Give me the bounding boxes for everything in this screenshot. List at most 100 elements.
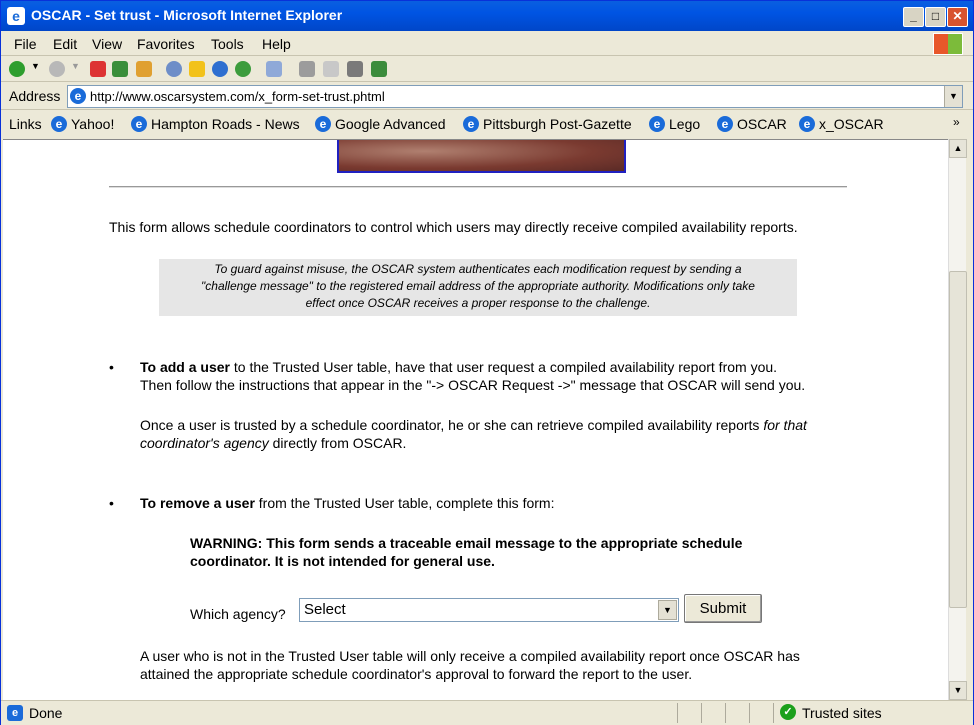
link-hampton-roads[interactable]: e Hampton Roads - News — [129, 114, 300, 134]
back-icon[interactable] — [9, 61, 25, 77]
footer-line: A user who is not in the Trusted User ta… — [140, 648, 800, 664]
vertical-scrollbar[interactable]: ▲ ▼ — [948, 139, 967, 700]
menu-edit[interactable]: Edit — [53, 36, 77, 52]
link-label: x_OSCAR — [819, 116, 884, 132]
ie-link-icon: e — [649, 116, 665, 132]
link-label: Google Advanced — [335, 116, 446, 132]
ie-link-icon: e — [131, 116, 147, 132]
menu-bar: File Edit View Favorites Tools Help — [1, 31, 973, 56]
note-line: To guard against misuse, the OSCAR syste… — [214, 262, 742, 276]
link-x-oscar[interactable]: e x_OSCAR — [797, 114, 884, 134]
media-icon[interactable] — [212, 61, 228, 77]
trusted-zone-icon: ✓ — [780, 704, 796, 720]
status-divider — [725, 703, 726, 723]
trusted-text: Once a user is trusted by a schedule coo… — [140, 417, 764, 433]
menu-file[interactable]: File — [14, 36, 37, 52]
status-divider — [749, 703, 750, 723]
translate-icon[interactable] — [371, 61, 387, 77]
link-oscar[interactable]: e OSCAR — [715, 114, 787, 134]
history-icon[interactable] — [235, 61, 251, 77]
warning-line: WARNING: This form sends a traceable ema… — [190, 535, 743, 551]
ie-link-icon: e — [717, 116, 733, 132]
submit-button[interactable]: Submit — [684, 594, 762, 623]
discuss-icon[interactable] — [347, 61, 363, 77]
ie-app-icon: e — [7, 7, 25, 25]
trusted-text-end: directly from OSCAR. — [268, 435, 407, 451]
menu-tools[interactable]: Tools — [211, 36, 244, 52]
edit-icon[interactable] — [323, 61, 339, 77]
page-icon: e — [70, 88, 86, 104]
remove-user-text: from the Trusted User table, complete th… — [254, 495, 555, 511]
favorites-icon[interactable] — [189, 61, 205, 77]
warning-text: WARNING: This form sends a traceable ema… — [190, 534, 810, 570]
add-user-text-line2: Then follow the instructions that appear… — [140, 377, 806, 393]
link-yahoo[interactable]: e Yahoo! — [49, 114, 114, 134]
add-user-instructions: To add a user to the Trusted User table,… — [140, 358, 860, 394]
chevron-down-icon[interactable]: ▼ — [658, 600, 677, 620]
maximize-button[interactable]: □ — [925, 7, 946, 27]
print-icon[interactable] — [299, 61, 315, 77]
address-dropdown-icon[interactable]: ▼ — [944, 86, 962, 107]
add-user-heading: To add a user — [140, 359, 230, 375]
back-dropdown-icon[interactable]: ▼ — [31, 61, 41, 77]
address-bar: Address e http://www.oscarsystem.com/x_f… — [1, 83, 973, 110]
scroll-down-icon[interactable]: ▼ — [949, 681, 967, 700]
trusted-user-info: Once a user is trusted by a schedule coo… — [140, 416, 860, 452]
ie-link-icon: e — [315, 116, 331, 132]
agency-label: Which agency? — [190, 606, 286, 622]
add-user-text: to the Trusted User table, have that use… — [229, 359, 778, 375]
address-label: Address — [9, 88, 61, 104]
agency-select-value: Select — [304, 601, 346, 618]
footer-line: attained the appropriate schedule coordi… — [140, 666, 693, 682]
status-divider — [773, 703, 774, 723]
status-text: Done — [29, 705, 63, 721]
banner-image — [337, 140, 626, 173]
link-label: Hampton Roads - News — [151, 116, 300, 132]
menu-favorites[interactable]: Favorites — [137, 36, 195, 52]
scroll-thumb[interactable] — [949, 271, 967, 608]
search-icon[interactable] — [166, 61, 182, 77]
security-zone: Trusted sites — [802, 705, 882, 721]
browser-window: e OSCAR - Set trust - Microsoft Internet… — [0, 0, 974, 725]
bullet-icon: • — [109, 359, 114, 375]
refresh-icon[interactable] — [112, 61, 128, 77]
forward-icon[interactable] — [49, 61, 65, 77]
page-status-icon: e — [7, 705, 23, 721]
mail-icon[interactable] — [266, 61, 282, 77]
note-line: effect once OSCAR receives a proper resp… — [305, 296, 651, 310]
scroll-up-icon[interactable]: ▲ — [949, 139, 967, 158]
link-label: Lego — [669, 116, 701, 132]
ie-link-icon: e — [799, 116, 815, 132]
window-title: OSCAR - Set trust - Microsoft Internet E… — [31, 7, 343, 23]
close-button[interactable]: ✕ — [947, 7, 968, 27]
title-bar[interactable]: e OSCAR - Set trust - Microsoft Internet… — [1, 1, 973, 31]
minimize-button[interactable]: _ — [903, 7, 924, 27]
standard-toolbar: ▼ ▼ — [1, 57, 973, 82]
status-divider — [677, 703, 678, 723]
security-note: To guard against misuse, the OSCAR syste… — [159, 259, 797, 316]
home-icon[interactable] — [136, 61, 152, 77]
windows-logo-icon — [933, 33, 963, 55]
agency-select[interactable]: Select ▼ — [299, 598, 679, 622]
links-more-icon[interactable]: » — [953, 115, 960, 129]
links-label: Links — [9, 116, 42, 132]
links-bar: Links e Yahoo! e Hampton Roads - News e Goo… — [1, 111, 973, 137]
link-lego[interactable]: e Lego — [647, 114, 700, 134]
forward-dropdown-icon[interactable]: ▼ — [71, 61, 81, 77]
warning-line: coordinator. It is not intended for gene… — [190, 553, 495, 569]
footer-note: A user who is not in the Trusted User ta… — [140, 647, 860, 683]
note-line: "challenge message" to the registered em… — [201, 279, 755, 293]
ie-link-icon: e — [463, 116, 479, 132]
stop-icon[interactable] — [90, 61, 106, 77]
menu-view[interactable]: View — [92, 36, 122, 52]
address-url[interactable]: http://www.oscarsystem.com/x_form-set-tr… — [90, 89, 385, 104]
remove-user-heading: To remove a user — [140, 495, 255, 511]
link-google-advanced[interactable]: e Google Advanced — [313, 114, 446, 134]
intro-text: This form allows schedule coordinators t… — [109, 219, 798, 235]
bullet-icon: • — [109, 495, 114, 511]
address-input[interactable]: e http://www.oscarsystem.com/x_form-set-… — [67, 85, 963, 108]
menu-help[interactable]: Help — [262, 36, 291, 52]
status-bar: e Done ✓ Trusted sites — [1, 700, 973, 725]
ie-link-icon: e — [51, 116, 67, 132]
link-pittsburgh-post-gazette[interactable]: e Pittsburgh Post-Gazette — [461, 114, 632, 134]
